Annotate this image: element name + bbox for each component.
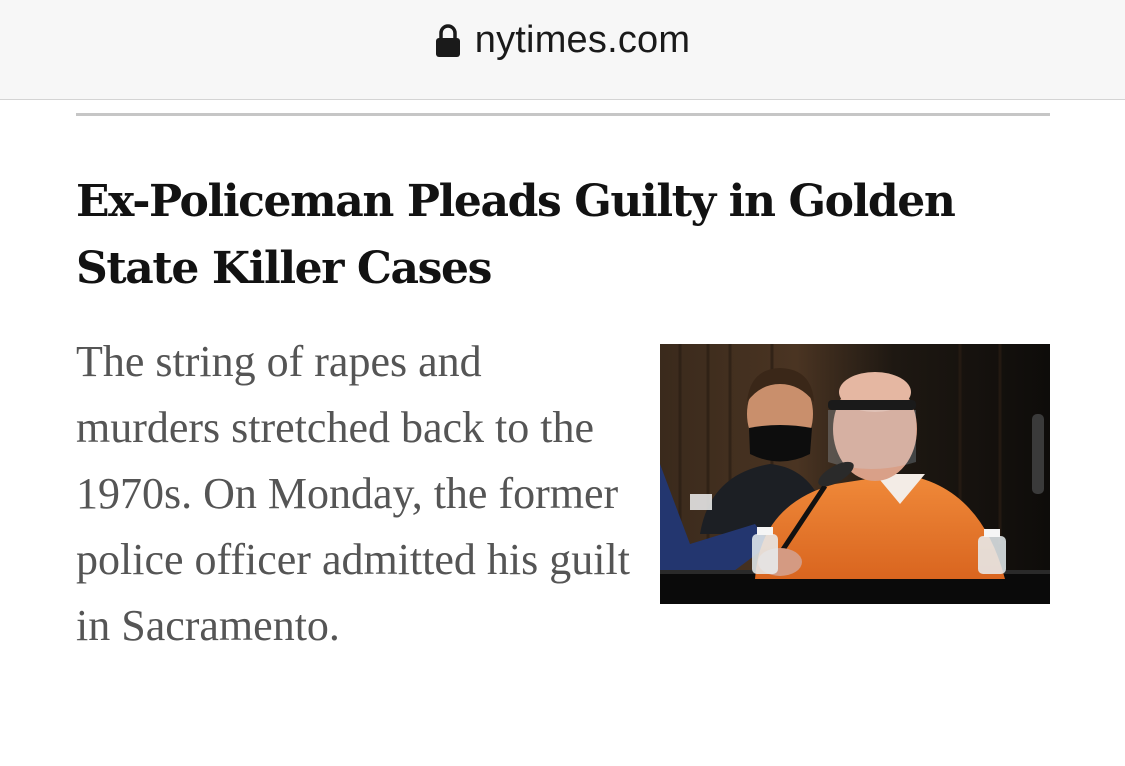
url-display[interactable]: nytimes.com <box>435 19 690 62</box>
article-photo[interactable] <box>660 344 1050 604</box>
address-bar[interactable]: nytimes.com <box>0 0 1125 100</box>
url-text: nytimes.com <box>474 19 691 61</box>
article-summary: The string of rapes and murders stretche… <box>76 337 630 650</box>
section-divider <box>76 113 1050 116</box>
lock-icon <box>435 23 461 58</box>
article-headline[interactable]: Ex-Policeman Pleads Guilty in Golden Sta… <box>76 168 1056 302</box>
